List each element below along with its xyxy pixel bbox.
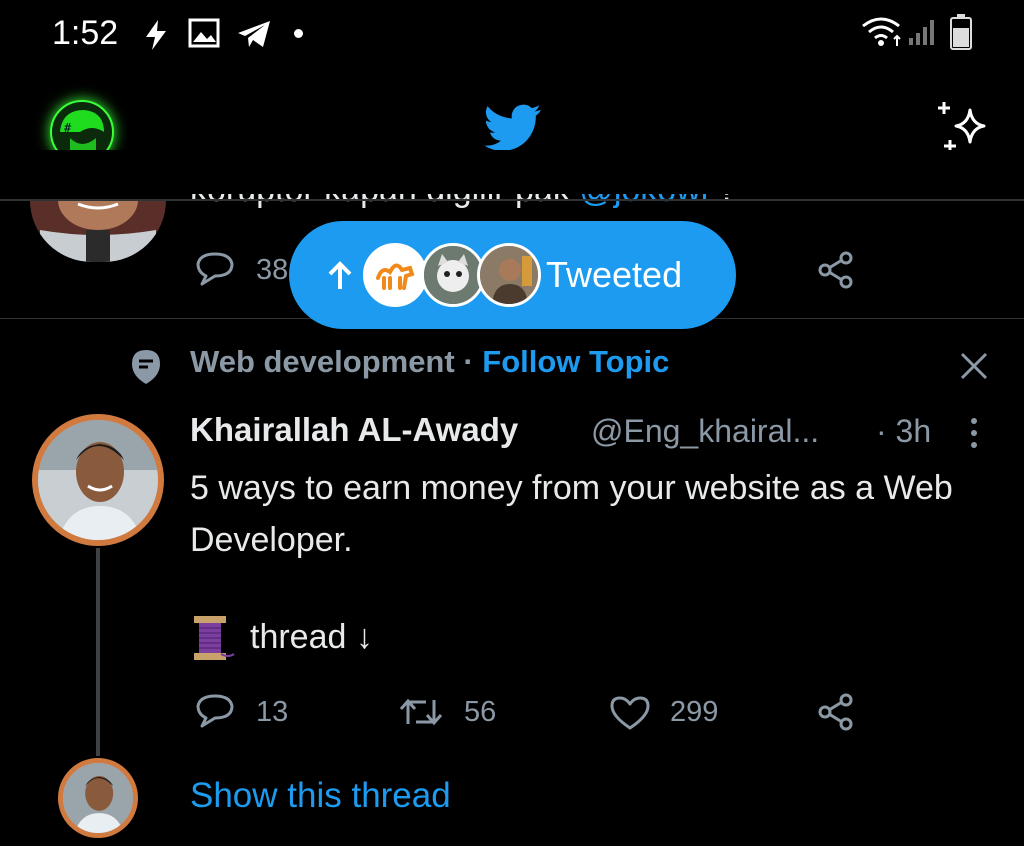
battery-icon [950, 14, 972, 50]
twitter-logo-icon[interactable] [484, 104, 542, 152]
author-avatar[interactable] [32, 414, 164, 546]
more-options-icon[interactable] [966, 416, 982, 450]
tweet-time[interactable]: · 3h [876, 413, 931, 450]
status-time: 1:52 [52, 14, 119, 52]
header-overlay [0, 150, 1024, 194]
author-name[interactable]: Khairallah AL-Awady [190, 411, 518, 449]
arrow-up-icon [328, 261, 352, 289]
signal-icon [909, 20, 934, 45]
thread-spool-icon [194, 616, 235, 660]
topic-label: Web development · Follow Topic [190, 344, 670, 379]
author-photo-icon [63, 763, 133, 833]
previous-reply-count: 38 [256, 254, 289, 286]
new-tweets-label: Tweeted [546, 254, 683, 295]
reply-icon[interactable] [194, 250, 236, 290]
avatar-photo-icon [40, 200, 156, 262]
topic-name[interactable]: Web development [190, 344, 455, 379]
thread-label: thread ↓ [250, 618, 373, 656]
sparkle-icon[interactable] [934, 100, 994, 156]
close-icon[interactable] [958, 350, 990, 382]
header-divider [0, 199, 1024, 201]
topic-icon [132, 350, 160, 384]
reply-count: 13 [256, 696, 289, 728]
follow-topic-link[interactable]: Follow Topic [482, 344, 669, 379]
show-thread-link[interactable]: Show this thread [190, 776, 451, 816]
thread-author-avatar[interactable] [58, 758, 138, 838]
like-heart-icon[interactable] [608, 694, 652, 732]
camel-icon [376, 263, 415, 290]
share-icon[interactable] [816, 692, 856, 732]
cat-photo-icon [424, 246, 482, 304]
retweet-count: 56 [464, 696, 497, 728]
pill-avatar-3 [477, 243, 541, 307]
pill-avatar-2 [421, 243, 485, 307]
share-icon[interactable] [816, 250, 856, 290]
reply-icon[interactable] [194, 692, 236, 732]
svg-text:#: # [64, 121, 72, 135]
retweet-icon[interactable] [398, 694, 444, 730]
pill-avatar-1 [363, 243, 427, 307]
tweet-text: 5 ways to earn money from your website a… [190, 469, 953, 559]
like-count: 299 [670, 696, 719, 728]
telegram-icon [238, 21, 270, 47]
wifi-icon [862, 17, 901, 46]
author-photo-icon [38, 420, 158, 540]
author-handle[interactable]: @Eng_khairal... [591, 413, 819, 450]
person-photo-icon [480, 246, 538, 304]
previous-tweet-avatar[interactable] [30, 200, 166, 262]
flash-icon [146, 20, 166, 50]
notification-dot-icon [294, 29, 303, 38]
image-icon [188, 18, 220, 48]
thread-connector [96, 548, 100, 756]
